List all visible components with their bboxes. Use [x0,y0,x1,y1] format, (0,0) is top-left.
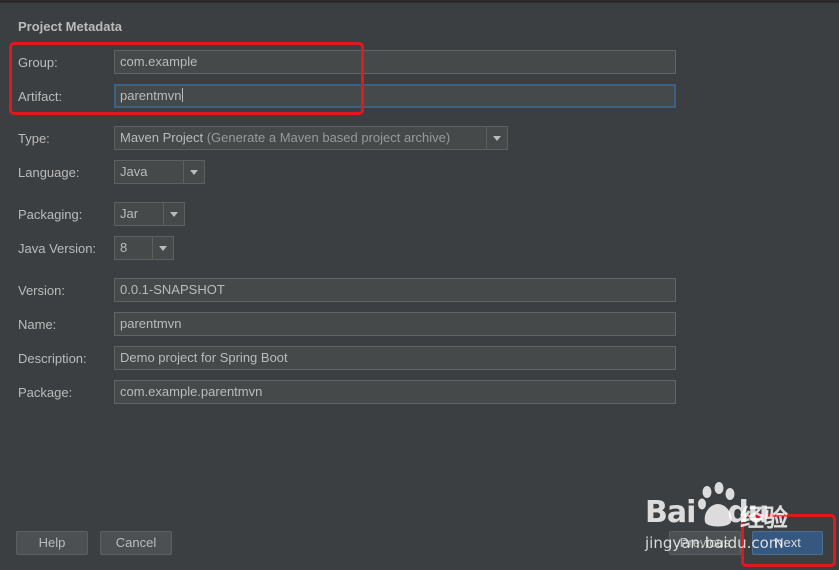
java-version-select[interactable]: 8 [114,236,174,260]
name-label: Name: [18,317,57,332]
cancel-button[interactable]: Cancel [100,531,172,555]
text-cursor [182,88,184,102]
artifact-field[interactable]: parentmvn [114,84,676,108]
next-button[interactable]: Next [752,531,823,555]
watermark-cn-text: 经验 [740,504,788,532]
artifact-label: Artifact: [18,89,63,104]
packaging-select-value: Jar [120,206,139,221]
package-label: Package: [18,385,73,400]
paw-icon [698,482,735,527]
window-top-border [0,0,839,3]
language-select[interactable]: Java [114,160,205,184]
type-select-value: Maven Project [120,130,204,145]
language-label: Language: [18,165,80,180]
watermark-logo-du: du [727,495,769,530]
chevron-down-icon[interactable] [152,237,173,259]
help-button[interactable]: Help [16,531,88,555]
name-field[interactable]: parentmvn [114,312,676,336]
group-field[interactable]: com.example [114,50,676,74]
version-label: Version: [18,283,65,298]
type-label: Type: [18,131,50,146]
version-field[interactable]: 0.0.1-SNAPSHOT [114,278,676,302]
artifact-value: parentmvn [120,88,182,103]
description-field[interactable]: Demo project for Spring Boot [114,346,676,370]
description-label: Description: [18,351,87,366]
chevron-down-icon[interactable] [183,161,204,183]
type-select-text: Maven Project (Generate a Maven based pr… [115,127,486,149]
package-field[interactable]: com.example.parentmvn [114,380,676,404]
previous-button[interactable]: Previous [669,531,741,555]
section-title: Project Metadata [18,19,123,34]
watermark-logo-text: Bai du [645,495,769,530]
type-select-description: (Generate a Maven based project archive) [206,130,451,145]
java-version-select-value: 8 [120,240,128,255]
chevron-down-icon[interactable] [486,127,507,149]
chevron-down-icon[interactable] [163,203,184,225]
watermark-logo-bai: Bai [645,495,696,530]
packaging-label: Packaging: [18,207,83,222]
group-label: Group: [18,55,58,70]
java-version-label: Java Version: [18,241,97,256]
type-select[interactable]: Maven Project (Generate a Maven based pr… [114,126,508,150]
language-select-value: Java [120,164,148,179]
packaging-select[interactable]: Jar [114,202,185,226]
